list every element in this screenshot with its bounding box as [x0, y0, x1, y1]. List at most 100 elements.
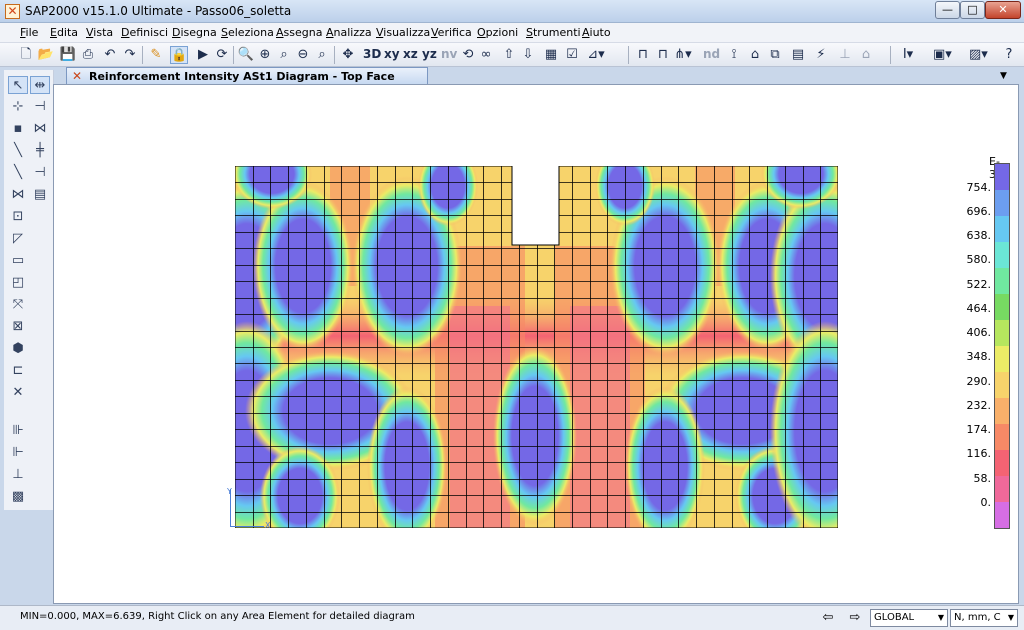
tab-reinforcement-diagram[interactable]: ✕ Reinforcement Intensity ASt1 Diagram -… [66, 67, 428, 96]
checkbox-icon[interactable]: ☑ [563, 46, 581, 64]
menu-vista[interactable]: Vista [86, 26, 113, 39]
view-yz-button[interactable]: yz [422, 47, 437, 61]
new-model-icon[interactable]: 🗋 [17, 46, 35, 64]
next-arrow-icon[interactable]: ⇨ [845, 610, 865, 625]
grid-icon[interactable]: ▦ [542, 46, 560, 64]
menu-verifica[interactable]: Verifica [431, 26, 472, 39]
assign-icon[interactable]: ▨▾ [969, 46, 988, 64]
perspective-icon[interactable]: ∞ [477, 46, 495, 64]
redo-icon[interactable]: ↷ [121, 46, 139, 64]
nd-button[interactable]: nd [703, 47, 720, 61]
shell-stress-icon[interactable]: ⧉ [766, 46, 784, 64]
select-pointer-icon[interactable]: ⊣ [30, 98, 50, 116]
zoom-in-icon[interactable]: ⊕ [256, 46, 274, 64]
select-clear-icon[interactable]: ⊣ [30, 164, 50, 182]
select-line-icon[interactable]: ╪ [30, 142, 50, 160]
chart-disabled-icon[interactable]: ⊥ [836, 46, 854, 64]
report-disabled-icon[interactable]: ⌂ [857, 46, 875, 64]
menu-file[interactable]: File [20, 26, 38, 39]
lightning-icon[interactable]: ⚡ [812, 46, 830, 64]
quick-frame-icon[interactable]: ╲ [8, 164, 28, 182]
quick-solid-icon[interactable]: ⊠ [8, 318, 28, 336]
minimize-button[interactable]: — [935, 1, 960, 19]
clear-selection-icon[interactable]: ⊥ [8, 466, 28, 484]
coordinate-system-select[interactable]: GLOBAL ▼ [870, 609, 948, 627]
draw-rect-area-icon[interactable]: ▭ [8, 252, 28, 270]
quick-area-icon[interactable]: ◰ [8, 274, 28, 292]
main-toolbar: 🗋 📂 💾 ⎙ ↶ ↷ ✎ 🔒 ▶ ⟳ 🔍 ⊕ ⌕ ⊖ ⌕ ✥ 3D xy xz… [0, 43, 1024, 67]
menu-edita[interactable]: Edita [50, 26, 78, 39]
sap2000-app-icon[interactable]: ✕ [5, 4, 20, 19]
menu-aiuto[interactable]: Aiuto [582, 26, 611, 39]
area-section-icon[interactable]: ▣▾ [933, 46, 952, 64]
maximize-button[interactable]: □ [960, 1, 985, 19]
draw-poly-area-icon[interactable]: ◸ [8, 230, 28, 248]
draw-frame-icon[interactable]: ╲ [8, 142, 28, 160]
menu-disegna[interactable]: Disegna [172, 26, 217, 39]
contour-diagram[interactable] [235, 166, 838, 528]
menu-analizza[interactable]: Analizza [326, 26, 372, 39]
frame-icon[interactable]: ⊓ [634, 46, 652, 64]
undo-icon[interactable]: ↶ [101, 46, 119, 64]
select-all-icon[interactable]: ⊪ [8, 422, 28, 440]
pencil-icon[interactable]: ✎ [147, 46, 165, 64]
draw-section-cut-icon[interactable]: ⊏ [8, 362, 28, 380]
pointer-icon[interactable]: ↖ [8, 76, 28, 94]
menu-visualizza[interactable]: Visualizza [376, 26, 430, 39]
lock-icon[interactable]: 🔒 [170, 46, 188, 64]
refresh-icon[interactable]: ⟳ [213, 46, 231, 64]
menu-strumenti[interactable]: Strumenti [526, 26, 581, 39]
axis-x-line [230, 526, 264, 527]
draw-tendon-icon[interactable]: ⬢ [8, 340, 28, 358]
zoom-window-icon[interactable]: 🔍 [237, 46, 255, 64]
save-icon[interactable]: 💾 [59, 46, 77, 64]
legend-tick: 522. [966, 278, 992, 291]
intersect-icon[interactable]: ⋈ [30, 120, 50, 138]
snap-icon[interactable]: ▩ [8, 488, 28, 506]
view-3d-button[interactable]: 3D [363, 47, 381, 61]
frame-moment-icon[interactable]: ⊓ [654, 46, 672, 64]
units-select[interactable]: N, mm, C ▼ [950, 609, 1018, 627]
run-analysis-icon[interactable]: ▶ [194, 46, 212, 64]
print-icon[interactable]: ⎙ [79, 46, 97, 64]
draw-brace-icon[interactable]: ⋈ [8, 186, 28, 204]
zoom-previous-icon[interactable]: ⌕ [313, 46, 331, 64]
previous-arrow-icon[interactable]: ⇦ [818, 610, 838, 625]
menu-seleziona[interactable]: Seleziona [221, 26, 274, 39]
window-menu-chevron-down-icon[interactable]: ▼ [1000, 71, 1007, 81]
close-button[interactable]: ✕ [985, 1, 1021, 19]
view-xy-button[interactable]: xy [384, 47, 400, 61]
model-view-canvas[interactable]: Y X E-3 754. 696. 638. 580. 522. 464. 40… [53, 84, 1019, 604]
zoom-out-icon[interactable]: ⊖ [294, 46, 312, 64]
deformed-shape-icon[interactable]: ⌂ [746, 46, 764, 64]
table-icon[interactable]: ▤ [789, 46, 807, 64]
draw-dimension-icon[interactable]: ✕ [8, 384, 28, 402]
help-icon[interactable]: ? [1000, 46, 1018, 64]
axis-x-label: X [265, 521, 271, 530]
legend-tick: 290. [966, 375, 992, 388]
zoom-fit-icon[interactable]: ⌕ [275, 46, 293, 64]
reshape-icon[interactable]: ⇹ [30, 76, 50, 94]
rotate-icon[interactable]: ⟲ [459, 46, 477, 64]
draw-special-joint-icon[interactable]: ▪ [8, 120, 28, 138]
up-arrow-icon[interactable]: ⇧ [500, 46, 518, 64]
chevron-down-icon: ▼ [1007, 613, 1014, 622]
get-previous-selection-icon[interactable]: ▤ [30, 186, 50, 204]
select-previous-icon[interactable]: ⊩ [8, 444, 28, 462]
menu-opzioni[interactable]: Opzioni [477, 26, 518, 39]
menu-definisci[interactable]: Definisci [121, 26, 168, 39]
open-icon[interactable]: 📂 [37, 46, 55, 64]
down-arrow-icon[interactable]: ⇩ [519, 46, 537, 64]
toolbar-separator [142, 46, 143, 64]
draw-joint-icon[interactable]: ⊹ [8, 98, 28, 116]
display-options-icon[interactable]: ⊿▾ [587, 46, 605, 64]
pan-icon[interactable]: ✥ [339, 46, 357, 64]
joint-reactions-icon[interactable]: ⟟ [725, 46, 743, 64]
frame-forces-icon[interactable]: ⋔▾ [674, 46, 692, 64]
draw-link-icon[interactable]: ⊡ [8, 208, 28, 226]
menu-assegna[interactable]: Assegna [276, 26, 322, 39]
view-nv-button[interactable]: nv [441, 47, 457, 61]
section-i-icon[interactable]: I▾ [899, 46, 917, 64]
draw-solid-icon[interactable]: ⤧ [8, 296, 28, 314]
view-xz-button[interactable]: xz [403, 47, 418, 61]
